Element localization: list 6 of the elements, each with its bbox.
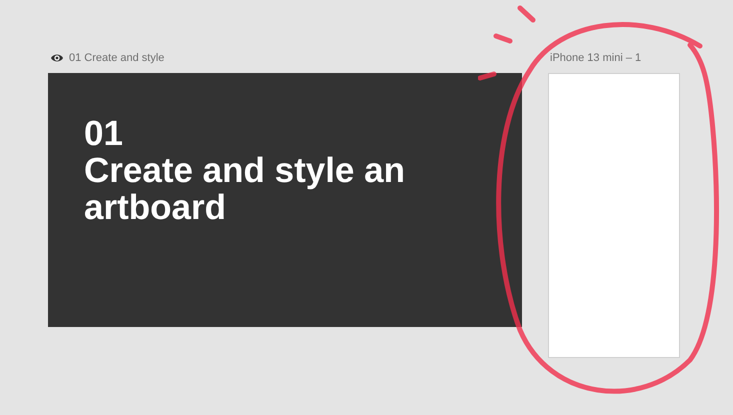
artboard-label[interactable]: iPhone 13 mini – 1	[550, 50, 642, 66]
artboard[interactable]	[548, 73, 680, 358]
artboard[interactable]: 01 Create and style an artboard	[48, 73, 522, 327]
artboard-label[interactable]: 01 Create and style	[69, 50, 164, 66]
slide-number: 01	[84, 115, 123, 152]
slide-title: Create and style an artboard	[84, 152, 406, 226]
